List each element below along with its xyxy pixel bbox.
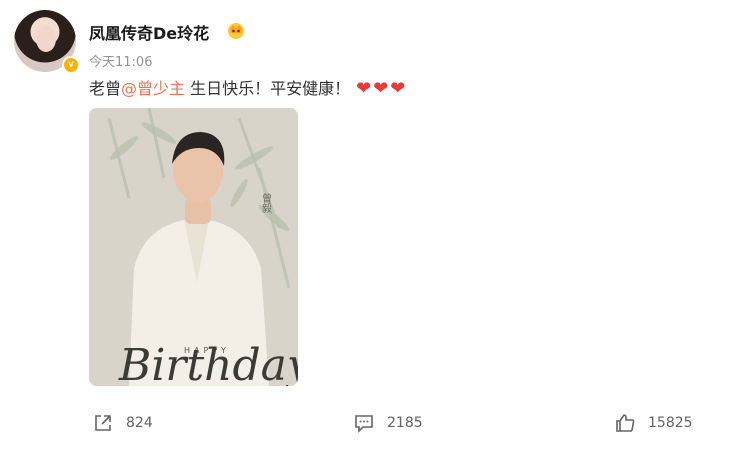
- verified-icon: v: [62, 56, 80, 74]
- content-prefix: 老曾: [89, 79, 122, 98]
- birthday-poster: 曾毅 HAPPY Birthday: [89, 108, 298, 386]
- poster-birthday-text: Birthday: [118, 340, 298, 386]
- share-count: 824: [126, 415, 153, 431]
- avatar-face: [36, 26, 56, 52]
- username[interactable]: 凤凰传奇De玲花: [89, 20, 209, 44]
- post-image[interactable]: 曾毅 HAPPY Birthday: [89, 108, 298, 386]
- poster-name-text: 曾毅: [260, 192, 272, 214]
- content-suffix: 生日快乐！平安健康！: [185, 79, 351, 98]
- mention-link[interactable]: @曾少主: [121, 79, 185, 98]
- heart-emoji-icons: ❤❤❤: [356, 78, 408, 99]
- post-time[interactable]: 今天11:06: [89, 51, 152, 70]
- comment-count: 2185: [387, 415, 423, 431]
- share-icon: [95, 415, 111, 431]
- comment-icon: [355, 415, 373, 433]
- like-button[interactable]: 15825: [614, 405, 693, 441]
- action-bar: 824 2185 15825: [0, 405, 750, 441]
- comment-button[interactable]: 2185: [353, 405, 423, 441]
- like-count: 15825: [648, 415, 693, 431]
- share-button[interactable]: 824: [92, 405, 153, 441]
- member-crown-icon[interactable]: [226, 20, 246, 40]
- thumbs-up-icon: [616, 414, 635, 432]
- post-content: 老曾@曾少主 生日快乐！平安健康！ ❤❤❤: [89, 75, 407, 99]
